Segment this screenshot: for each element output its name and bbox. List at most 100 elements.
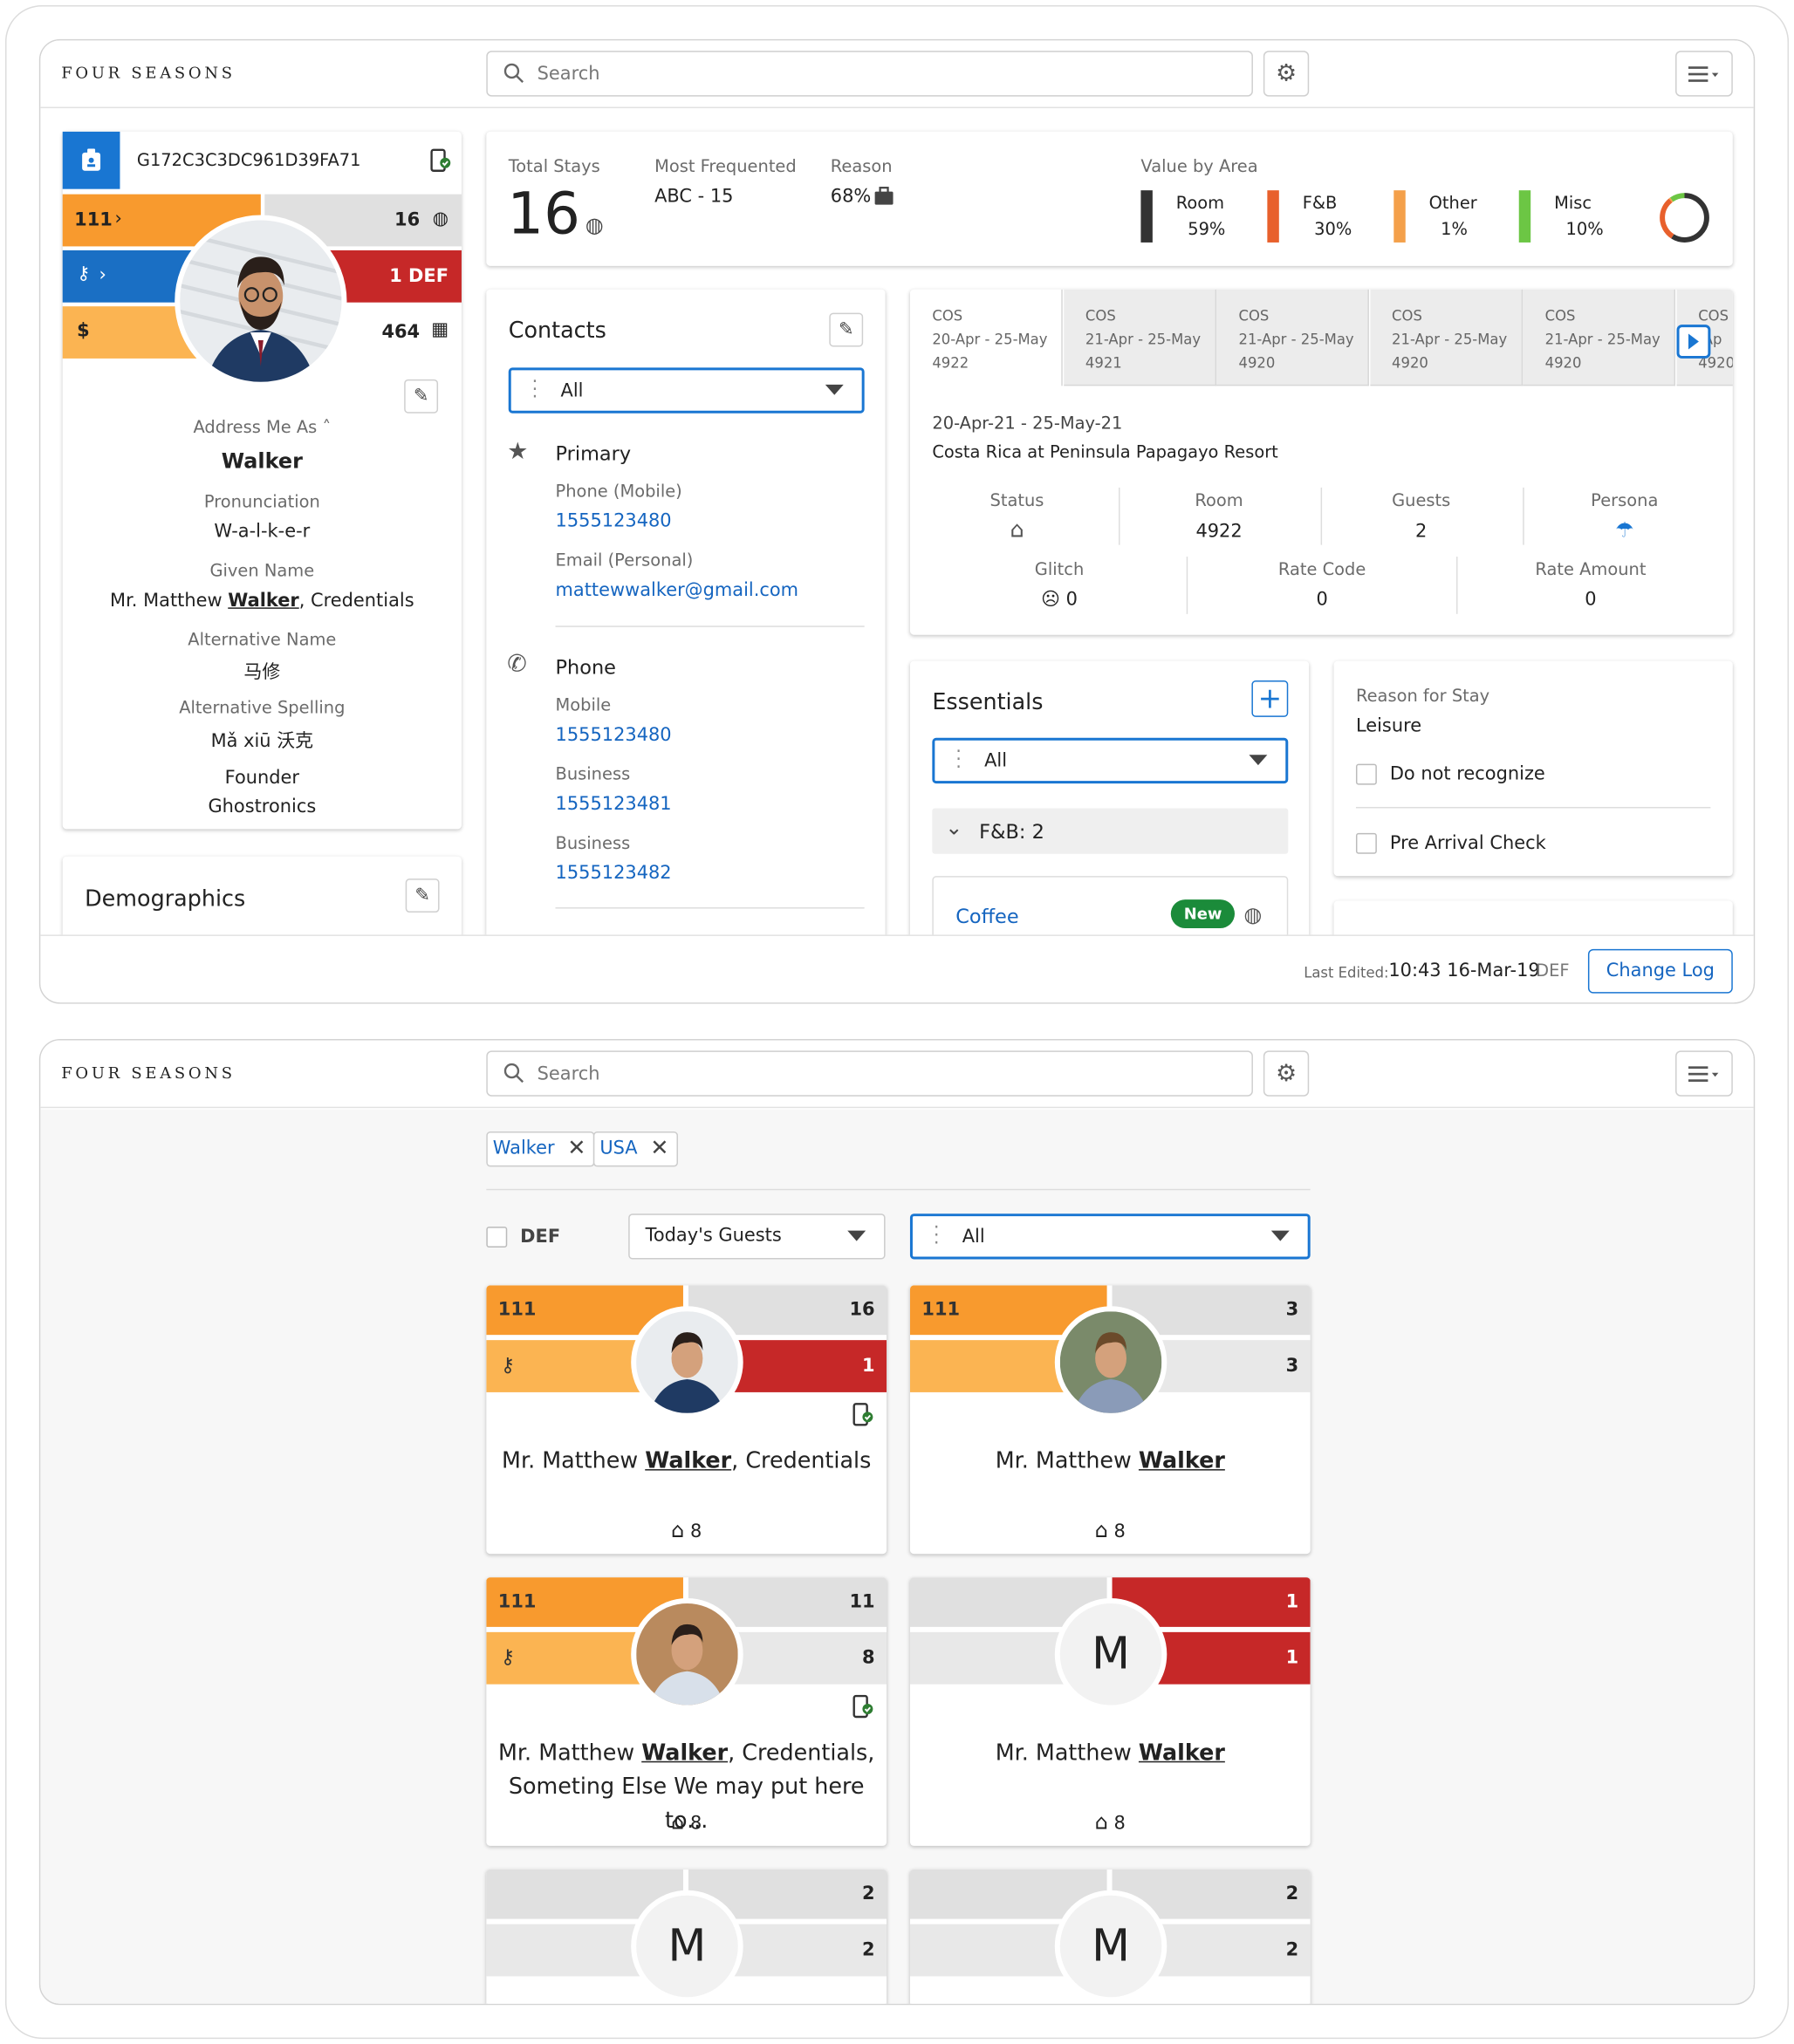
guest-card[interactable]: 2 2 M	[909, 1869, 1311, 2004]
close-icon[interactable]: ✕	[567, 1133, 585, 1166]
profile-id-icon[interactable]	[62, 131, 120, 189]
guests-label: Guests	[1392, 491, 1451, 511]
avatar-initial: M	[668, 1920, 707, 1972]
edit-demographics-button[interactable]: ✎	[405, 878, 440, 913]
room-value: 4922	[1195, 521, 1243, 543]
search-input[interactable]: Search	[486, 51, 1253, 97]
search-input[interactable]: Search	[486, 1050, 1253, 1097]
guest-bottom-value: 2	[862, 1939, 875, 1961]
filter-chip-walker[interactable]: Walker ✕	[486, 1131, 595, 1167]
home-icon: ⌂	[1010, 517, 1024, 544]
drag-dots-icon: · · ·	[531, 371, 538, 408]
tab-room: 4921	[1085, 354, 1122, 372]
change-log-button[interactable]: Change Log	[1587, 948, 1733, 994]
pronunciation-label: Pronunciation	[203, 492, 320, 513]
status-label: Status	[989, 491, 1044, 511]
area-percent: 59%	[1188, 220, 1226, 240]
guest-avatar-initial: M	[1054, 1890, 1167, 2003]
edit-profile-button[interactable]: ✎	[404, 379, 439, 414]
chevron-down-icon: ⌄	[945, 814, 963, 840]
add-essential-button[interactable]: +	[1251, 680, 1289, 717]
def-checkbox[interactable]	[486, 1227, 508, 1248]
stay-tab[interactable]: COS 21-Apr - 25-May 4921	[1063, 289, 1216, 386]
guest-card[interactable]: 111 11 ⚷ 8 Mr. Matthew Walker, Credentials, S…	[486, 1577, 887, 1846]
essentials-filter-select[interactable]: · · · All	[932, 737, 1289, 784]
guest-card[interactable]: 111 3 3 Mr. Matthew Walker ⌂ 8	[909, 1285, 1311, 1555]
type-filter-value: All	[962, 1227, 985, 1248]
mobile-check-icon	[852, 1694, 873, 1719]
contacts-filter-value: All	[560, 380, 584, 402]
chevron-up-icon: ˄	[322, 418, 332, 439]
stay-tab[interactable]: COS 21-Apr - 25-May 4920	[1523, 289, 1676, 386]
home-icon: ⌂	[671, 1809, 685, 1835]
area-name: Room	[1175, 194, 1225, 215]
edit-contacts-button[interactable]: ✎	[829, 312, 864, 347]
guest-bottom-value: 1	[862, 1356, 875, 1377]
phone-label: Phone	[555, 655, 616, 680]
pencil-icon: ✎	[414, 885, 430, 906]
close-icon[interactable]: ✕	[650, 1133, 668, 1166]
reason-for-stay-value: Leisure	[1355, 715, 1422, 737]
profile-card: G172C3C3DC961D39FA71 111 › 16 ◍ ⚷ › 1 DEF $…	[62, 131, 462, 830]
spend-value: 464	[381, 322, 421, 344]
profile-company: Ghostronics	[208, 796, 317, 817]
fb-group-toggle[interactable]: ⌄ F&B: 2	[932, 808, 1289, 854]
guest-name-prefix: Mr. Matthew	[502, 1448, 646, 1475]
glitch-count: 0	[1065, 589, 1078, 611]
business-label: Business	[555, 765, 631, 785]
menu-button[interactable]	[1675, 51, 1733, 97]
email-link[interactable]: mattewwalker@gmail.com	[556, 580, 799, 601]
guest-card[interactable]: 2 2 M	[486, 1869, 887, 2004]
settings-button[interactable]: ⚙	[1263, 51, 1310, 97]
stay-tab[interactable]: COS 21-Apr - 25-May 4920	[1216, 289, 1369, 386]
filter-chip-usa[interactable]: USA ✕	[592, 1131, 678, 1167]
do-not-recognize-checkbox[interactable]	[1355, 763, 1377, 785]
primary-phone-link[interactable]: 1555123480	[556, 511, 672, 532]
given-suffix: , Credentials	[298, 590, 414, 612]
list-filter-select[interactable]: Today's Guests	[628, 1213, 886, 1260]
alt-spelling-value: Mǎ xiū 沃克	[210, 731, 314, 753]
guest-card[interactable]: 111 16 ⚷ 1 Mr. Matthew Walker, Credentials ⌂ …	[486, 1285, 887, 1555]
given-name-value: Mr. Matthew Walker, Credentials	[63, 591, 462, 612]
search-icon	[503, 63, 524, 83]
guest-level: 111	[497, 1591, 537, 1613]
type-filter-select[interactable]: · · · All	[909, 1213, 1311, 1260]
tab-code: COS	[932, 307, 963, 325]
tab-dates: 21-Apr - 25-May	[1544, 331, 1660, 348]
menu-button[interactable]	[1675, 1050, 1733, 1097]
globe-icon: ◍	[432, 209, 449, 229]
home-icon: ⌂	[1094, 1517, 1108, 1542]
guest-card[interactable]: 1 1 M Mr. Matthew Walker ⌂ 8	[909, 1577, 1311, 1846]
settings-button[interactable]: ⚙	[1263, 1050, 1310, 1097]
pronunciation-value: W-a-l-k-e-r	[214, 521, 311, 543]
most-frequented-value: ABC - 15	[654, 186, 734, 208]
drag-dots-icon: · · ·	[933, 1217, 940, 1254]
reason-card: Reason for Stay Leisure Do not recognize…	[1333, 660, 1733, 877]
pre-arrival-checkbox[interactable]	[1355, 832, 1377, 854]
business-link-1[interactable]: 1555123481	[556, 794, 672, 815]
contacts-filter-select[interactable]: · · · All	[508, 367, 865, 414]
address-me-as-toggle[interactable]: Address Me As ˄	[63, 419, 462, 438]
guest-name-prefix: Mr. Matthew	[995, 1740, 1139, 1767]
mobile-link[interactable]: 1555123480	[556, 725, 672, 746]
value-by-area-label: Value by Area	[1140, 157, 1258, 178]
stay-tab[interactable]: COS 21-Apr - 25-May 4920	[1369, 289, 1523, 386]
tab-dates: 21-Apr - 25-May	[1392, 331, 1508, 348]
top-bar: FOUR SEASONS Search ⚙	[40, 1040, 1754, 1109]
guest-stays-count: 8	[1113, 1521, 1126, 1542]
guest-bottom-value: 2	[1285, 1939, 1299, 1961]
tabs-next-button[interactable]	[1676, 325, 1711, 359]
guest-level: 111	[921, 1299, 961, 1321]
guest-stays-count: 8	[689, 1813, 702, 1835]
gear-icon: ⚙	[1275, 1059, 1298, 1088]
brand-logo: FOUR SEASONS	[61, 64, 236, 83]
business-link-2[interactable]: 1555123482	[556, 863, 672, 884]
stay-tab[interactable]: COS 20-Apr - 25-May 4922	[909, 289, 1063, 386]
mobile-check-icon	[852, 1403, 873, 1426]
given-prefix: Mr. Matthew	[110, 590, 229, 612]
tab-dates: 20-Apr - 25-May	[932, 331, 1048, 348]
guest-last-name: Walker	[645, 1448, 732, 1475]
tab-dates: 21-Apr - 25-May	[1085, 331, 1202, 348]
guest-stays: ⌂ 8	[910, 1809, 1311, 1834]
chip-label: USA	[599, 1138, 638, 1159]
